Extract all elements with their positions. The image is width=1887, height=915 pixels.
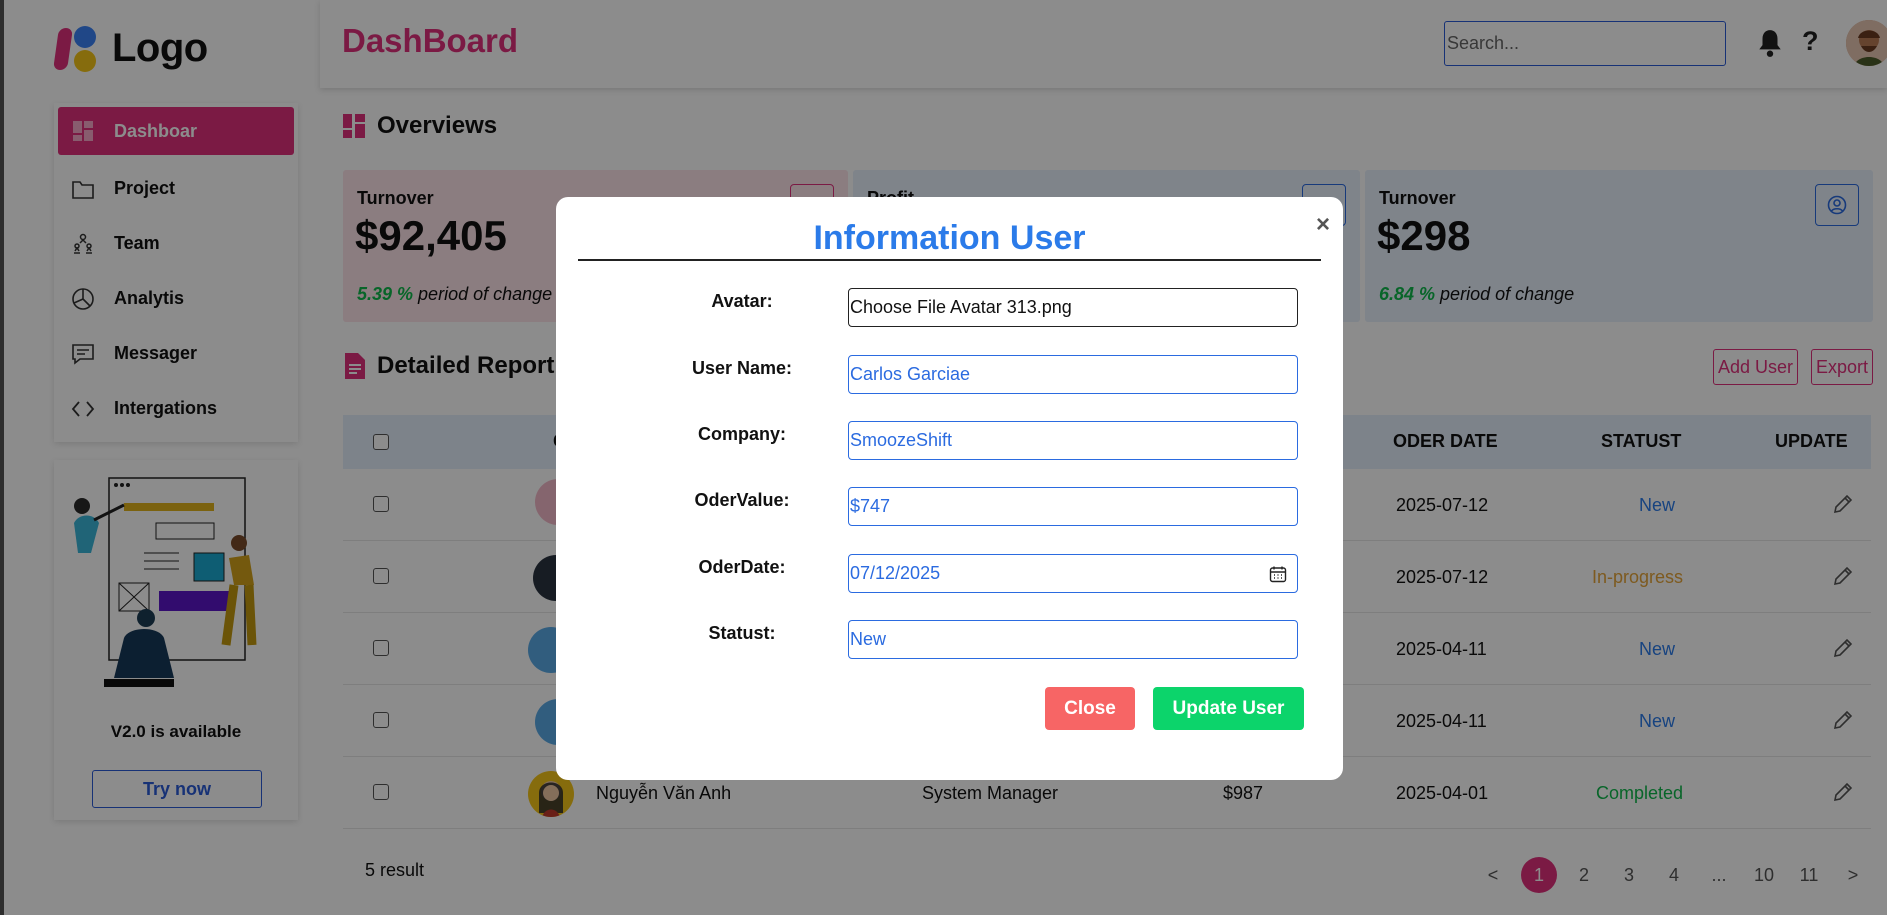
divider: [578, 259, 1321, 261]
avatar-file-input[interactable]: Choose File Avatar 313.png: [848, 288, 1298, 327]
close-button[interactable]: Close: [1045, 687, 1135, 730]
company-field[interactable]: SmoozeShift: [848, 421, 1298, 460]
close-icon[interactable]: ×: [1316, 211, 1330, 239]
username-field[interactable]: Carlos Garciae: [848, 355, 1298, 394]
oderdate-field[interactable]: 07/12/2025: [848, 554, 1298, 593]
statust-field[interactable]: New: [848, 620, 1298, 659]
oderdate-label: OderDate:: [698, 557, 786, 577]
statust-label: Statust:: [708, 623, 776, 643]
username-label: User Name:: [691, 358, 793, 378]
calendar-icon[interactable]: [1269, 565, 1287, 583]
oderdate-value: 07/12/2025: [850, 563, 941, 583]
user-info-modal: Information User × Avatar: Choose File A…: [556, 197, 1343, 780]
update-user-button[interactable]: Update User: [1153, 687, 1304, 730]
company-label: Company:: [697, 424, 786, 444]
odervalue-label: OderValue:: [694, 490, 790, 510]
avatar-label: Avatar:: [711, 291, 773, 311]
modal-title: Information User: [813, 219, 1086, 257]
odervalue-field[interactable]: $747: [848, 487, 1298, 526]
